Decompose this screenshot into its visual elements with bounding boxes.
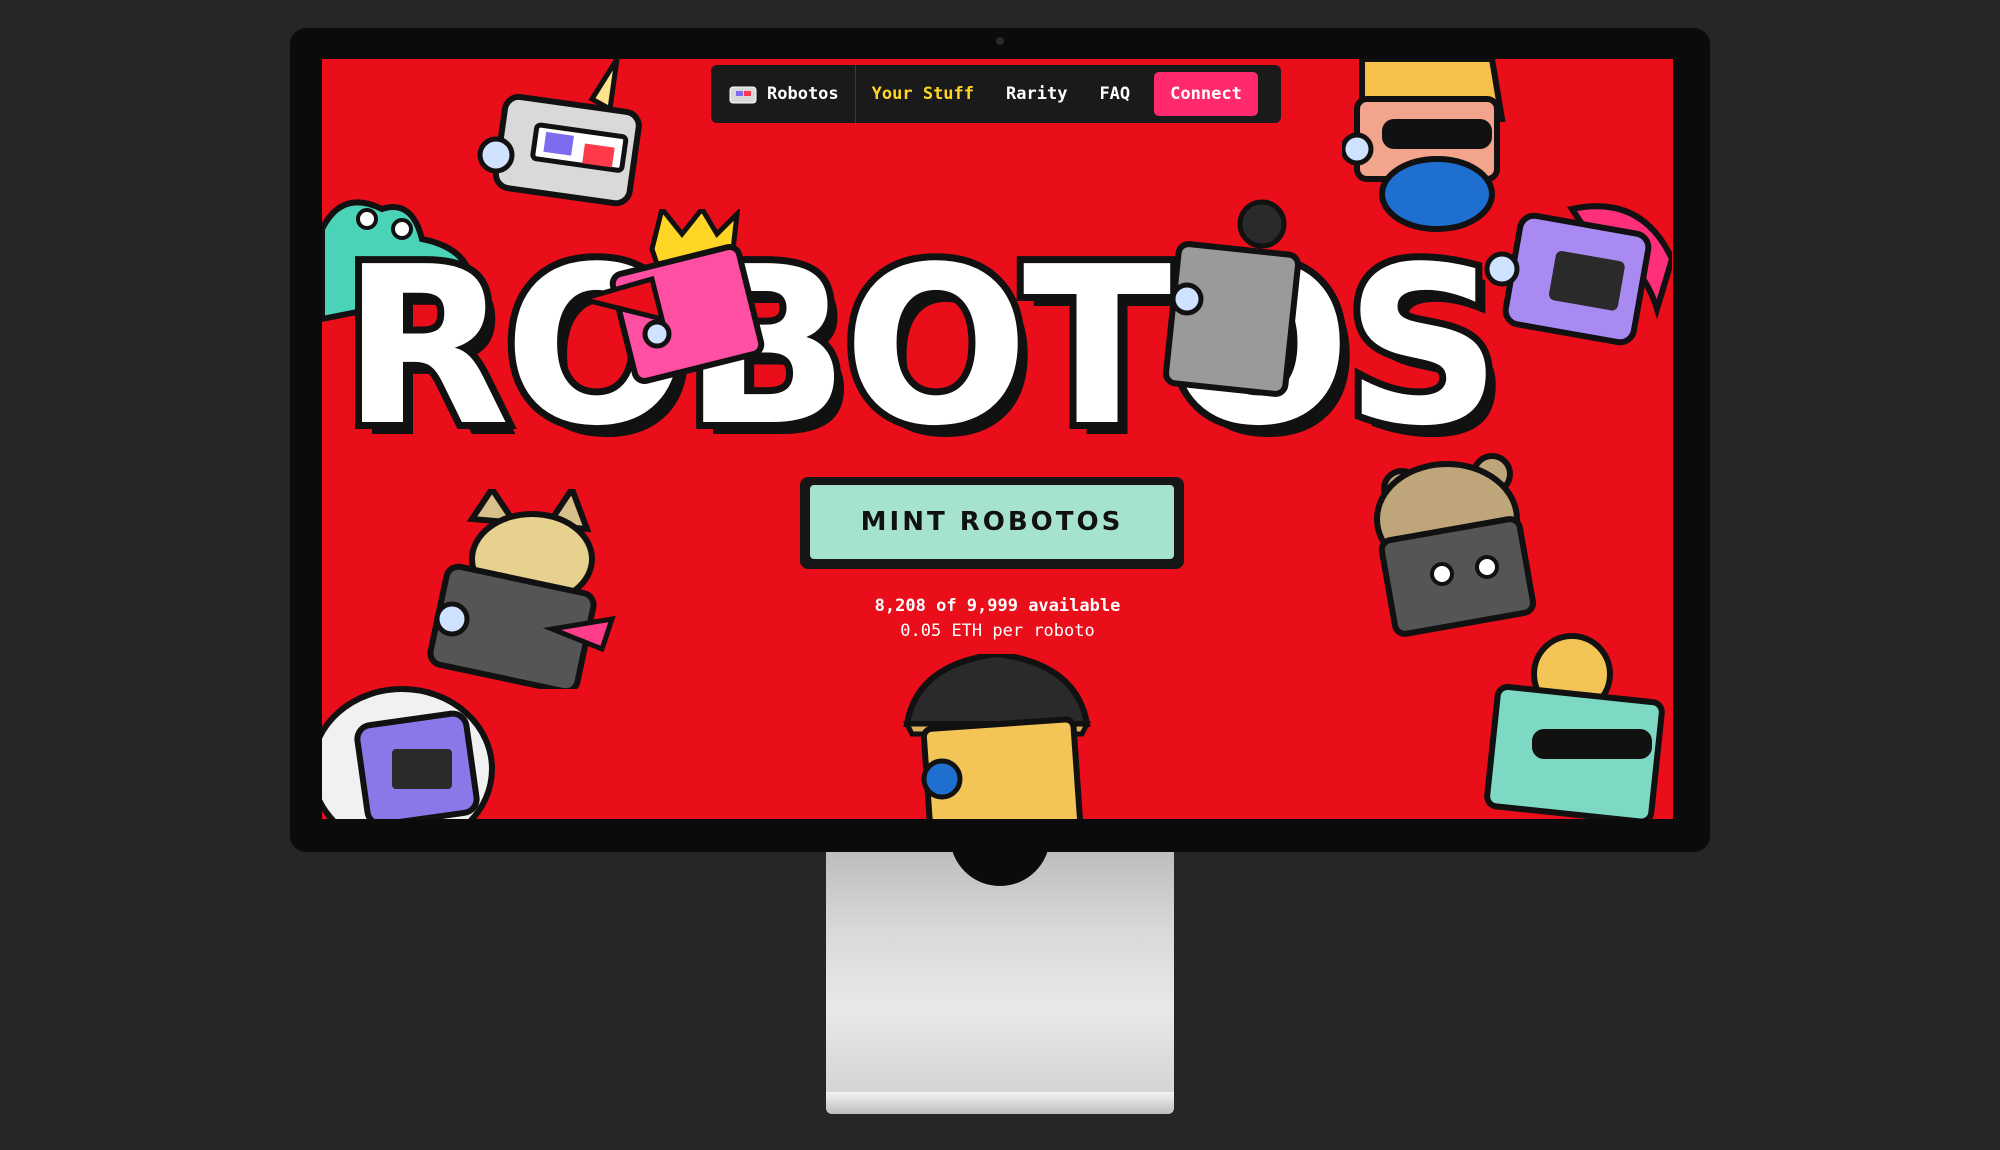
astronaut-robot-illustration [322, 686, 495, 819]
top-nav: Robotos Your Stuff Rarity FAQ Connect [711, 65, 1281, 123]
mint-robotos-button[interactable]: MINT ROBOTOS [810, 485, 1174, 559]
brand-name: Robotos [767, 84, 839, 104]
hero-title: ROBOTOS [335, 221, 1509, 474]
hero-headline-container: ROBOTOS [335, 199, 1673, 464]
sun-robot-illustration [1484, 633, 1665, 819]
pirate-robot-illustration [902, 654, 1092, 819]
price-text: 0.05 ETH per roboto [900, 621, 1095, 641]
nav-faq[interactable]: FAQ [1083, 84, 1146, 104]
camera-dot [996, 37, 1004, 45]
robotos-website: ROBOTOS Robotos Your Stuff Rarity FAQ Co… [322, 59, 1673, 819]
availability-text: 8,208 of 9,999 available [874, 596, 1121, 616]
monitor: ROBOTOS Robotos Your Stuff Rarity FAQ Co… [290, 28, 1710, 852]
nav-rarity[interactable]: Rarity [990, 84, 1083, 104]
shiba-robot-illustration [427, 489, 616, 689]
stand-base [826, 1092, 1174, 1114]
monitor-stand [826, 852, 1174, 1114]
nav-your-stuff[interactable]: Your Stuff [856, 84, 990, 104]
brand-link[interactable]: Robotos [717, 65, 856, 123]
bomb-robot-illustration [1163, 199, 1301, 397]
robot-logo-icon [729, 86, 757, 104]
king-robot-illustration [582, 209, 765, 384]
connect-button[interactable]: Connect [1154, 72, 1258, 116]
leopard-robot-illustration [1342, 59, 1506, 232]
unicorn-robot-illustration [477, 59, 642, 207]
